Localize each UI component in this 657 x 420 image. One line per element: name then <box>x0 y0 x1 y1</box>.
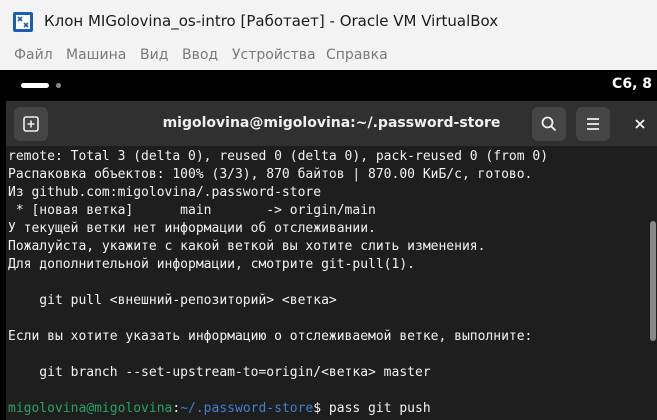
terminal-line: Если вы хотите указать информацию о отсл… <box>8 329 533 344</box>
prompt-command: pass git push <box>321 401 431 416</box>
menu-input[interactable]: Ввод <box>182 47 218 63</box>
virtualbox-logo-icon <box>13 12 33 32</box>
terminal-line: Из github.com:migolovina/.password-store <box>8 185 322 200</box>
prompt-path: ~/.password-store <box>180 401 314 416</box>
search-icon <box>541 116 557 132</box>
terminal-line: * [новая ветка] main -> origin/main <box>8 203 376 218</box>
hamburger-menu-icon <box>587 118 599 130</box>
guest-top-panel: С6, 8 <box>6 70 657 101</box>
prompt-user-host: migolovina@migolovina <box>8 401 173 416</box>
terminal-line: Для дополнительной информации, смотрите … <box>8 257 415 272</box>
menu-machine[interactable]: Машина <box>66 47 126 63</box>
terminal-line: git pull <внешний-репозиторий> <ветка> <box>8 293 337 308</box>
terminal-line: git branch --set-upstream-to=origin/<вет… <box>8 365 431 380</box>
terminal-output[interactable]: remote: Total 3 (delta 0), reused 0 (del… <box>6 146 657 420</box>
menu-file[interactable]: Файл <box>14 47 53 63</box>
terminal-line: Распаковка объектов: 100% (3/3), 870 бай… <box>8 167 533 182</box>
terminal-line: У текущей ветки нет информации об отслеж… <box>8 221 376 236</box>
terminal-scrollbar[interactable] <box>650 221 656 341</box>
terminal-line: remote: Total 3 (delta 0), reused 0 (del… <box>8 149 549 164</box>
menu-devices[interactable]: Устройства <box>232 47 316 63</box>
menu-button[interactable] <box>576 107 610 141</box>
terminal-headerbar: migolovina@migolovina:~/.password-store <box>6 101 657 146</box>
search-button[interactable] <box>532 107 566 141</box>
close-button[interactable] <box>626 107 654 141</box>
vbox-titlebar: Клон MIGolovina_os-intro [Работает] - Or… <box>0 0 657 44</box>
vbox-menubar: Файл Машина Вид Ввод Устройства Справка <box>0 44 657 70</box>
terminal-line: Пожалуйста, укажите с какой веткой вы хо… <box>8 239 486 254</box>
workspace-indicator[interactable] <box>56 83 61 88</box>
window-title: Клон MIGolovina_os-intro [Работает] - Or… <box>44 12 499 30</box>
menu-view[interactable]: Вид <box>140 47 168 63</box>
clock[interactable]: С6, 8 <box>612 76 652 92</box>
terminal-prompt-line[interactable]: migolovina@migolovina:~/.password-store$… <box>8 400 431 418</box>
close-icon <box>635 119 645 129</box>
menu-help[interactable]: Справка <box>326 47 388 63</box>
workspace-active-indicator[interactable] <box>21 83 49 88</box>
prompt-symbol: $ <box>313 401 322 416</box>
